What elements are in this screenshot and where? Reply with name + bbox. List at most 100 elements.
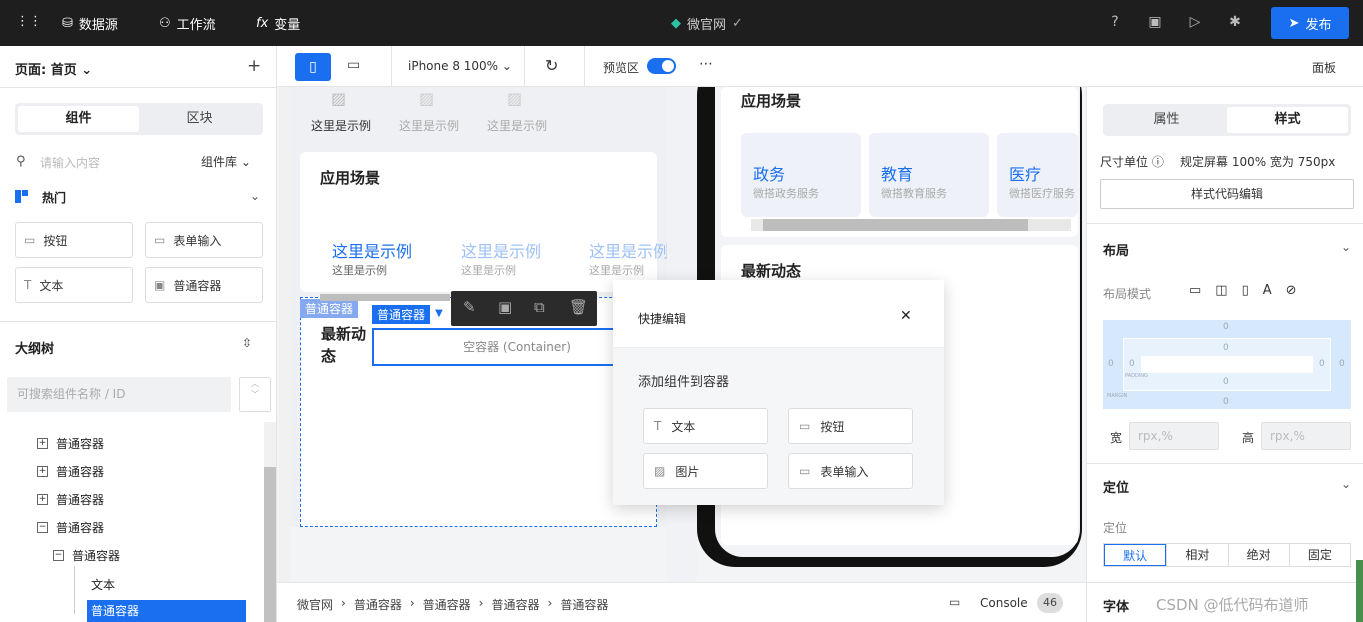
tab-properties[interactable]: 属性 — [1106, 107, 1227, 133]
chevron-down-icon[interactable]: ⌄ — [1341, 477, 1351, 491]
mobile-view-icon[interactable]: ▯ — [295, 53, 331, 81]
style-code-edit-button[interactable]: 样式代码编辑 — [1100, 179, 1354, 209]
desktop-view-icon[interactable]: ▭ — [347, 57, 360, 73]
collapse-icon[interactable]: − — [53, 550, 64, 561]
component-search-input[interactable]: 请输入内容 — [40, 154, 100, 171]
phone-scrollbar[interactable] — [751, 219, 1071, 231]
preview-toggle[interactable] — [647, 58, 676, 74]
tree-item[interactable]: + 普通容器 — [37, 435, 104, 452]
help-icon[interactable]: ? — [1106, 14, 1124, 32]
watermark: CSDN @低代码布道师 — [1156, 596, 1309, 614]
scene-item-sub: 这里是示例 — [461, 264, 516, 277]
console-icon[interactable]: ▭ — [949, 595, 960, 609]
breadcrumb-item[interactable]: 普通容器 — [560, 596, 608, 613]
add-page-icon[interactable]: + — [247, 56, 261, 76]
width-input[interactable]: rpx,% — [1129, 422, 1219, 450]
image-icon: ▨ — [419, 89, 435, 108]
height-input[interactable]: rpx,% — [1261, 422, 1351, 450]
collapse-toggle-icon[interactable]: ⇳ — [242, 336, 252, 350]
position-section-title[interactable]: 定位 — [1103, 477, 1129, 496]
breadcrumb-item[interactable]: 普通容器 — [354, 596, 402, 613]
tab-style[interactable]: 样式 — [1227, 107, 1348, 133]
expand-icon[interactable]: + — [37, 466, 48, 477]
page-selector[interactable]: 页面: 首页 ⌄ — [15, 59, 92, 78]
tree-item[interactable]: + 普通容器 — [37, 463, 104, 480]
outline-stepper[interactable]: ︿ ﹀ — [239, 377, 271, 412]
app-title: ◆ 微官网 ✓ — [671, 16, 743, 33]
popup-subtitle: 添加组件到容器 — [638, 375, 730, 390]
save-icon[interactable]: ▣ — [1146, 14, 1164, 32]
library-dropdown[interactable]: 组件库 ⌄ — [201, 153, 251, 170]
preview-label: 预览区 — [603, 61, 640, 75]
horizontal-scrollbar[interactable] — [320, 294, 450, 301]
breadcrumb-item[interactable]: 微官网 — [297, 596, 333, 613]
save-icon[interactable]: ▣ — [498, 298, 512, 316]
canvas-toolbar: ▯ ▭ iPhone 8 100% ⌄ ↻ 预览区 ⋯ — [277, 46, 1086, 87]
tree-item-selected[interactable]: 普通容器 — [87, 600, 246, 622]
component-text[interactable]: T 文本 — [15, 267, 133, 303]
container-icon: ▣ — [154, 278, 166, 292]
selected-container[interactable]: 最新动态 空容器 (Container) — [300, 297, 662, 527]
device-select[interactable]: iPhone 8 100% ⌄ — [408, 59, 512, 73]
panel-button[interactable]: 面板 — [1312, 59, 1336, 76]
tree-item[interactable]: − 普通容器 — [53, 547, 120, 564]
collapse-icon[interactable]: − — [37, 522, 48, 533]
scene-tile[interactable]: 政务 微搭政务服务 — [741, 133, 861, 217]
position-relative[interactable]: 相对 — [1166, 544, 1227, 566]
component-form-input[interactable]: ▭ 表单输入 — [145, 222, 263, 258]
height-label: 高 — [1242, 431, 1255, 445]
canvas-scroll-track — [279, 87, 290, 582]
container-tag[interactable]: 普通容器 — [300, 299, 359, 318]
breadcrumb-item[interactable]: 普通容器 — [423, 596, 471, 613]
add-text-button[interactable]: T 文本 — [643, 408, 768, 444]
position-default[interactable]: 默认 — [1104, 544, 1167, 566]
debug-icon[interactable]: ✱ — [1226, 14, 1244, 32]
add-button-button[interactable]: ▭ 按钮 — [788, 408, 913, 444]
refresh-icon[interactable]: ↻ — [545, 56, 558, 75]
right-top: 面板 — [1086, 46, 1363, 87]
component-container[interactable]: ▣ 普通容器 — [145, 267, 263, 303]
tree-item[interactable]: 文本 — [91, 576, 115, 593]
position-fixed[interactable]: 固定 — [1288, 544, 1350, 566]
scrollbar[interactable] — [264, 422, 276, 622]
scene-tile[interactable]: 教育 微搭教育服务 — [869, 133, 989, 217]
workflow-button[interactable]: ⚇ 工作流 — [159, 14, 216, 33]
layout-mode-icons[interactable]: ▭◫▯A⊘ — [1189, 283, 1311, 298]
component-tabs: 组件 区块 — [15, 103, 263, 135]
font-section-title[interactable]: 字体 — [1103, 596, 1129, 615]
box-model-editor[interactable]: 0 0 0 0 0 0 0 0 PADDING MARGIN — [1103, 320, 1351, 409]
fx-icon: fx — [256, 16, 269, 31]
tab-components[interactable]: 组件 — [18, 106, 139, 132]
add-form-input-button[interactable]: ▭ 表单输入 — [788, 453, 913, 489]
play-icon[interactable]: ▷ — [1186, 14, 1204, 32]
position-absolute[interactable]: 绝对 — [1227, 544, 1289, 566]
console-button[interactable]: Console — [980, 596, 1028, 610]
tab-blocks[interactable]: 区块 — [139, 106, 260, 132]
close-icon[interactable]: ✕ — [900, 308, 912, 324]
breadcrumb-item[interactable]: 普通容器 — [491, 596, 539, 613]
image-icon: ▨ — [507, 89, 523, 108]
outline-search-input[interactable]: 可搜索组件名称 / ID — [7, 377, 231, 412]
publish-button[interactable]: ➤ 发布 — [1271, 7, 1349, 39]
edit-icon[interactable]: ✎ — [463, 298, 476, 316]
grid-menu-icon[interactable]: ⋮⋮ — [16, 14, 42, 29]
add-image-button[interactable]: ▨ 图片 — [643, 453, 768, 489]
tree-item[interactable]: − 普通容器 — [37, 519, 104, 536]
database-icon: ⛁ — [62, 16, 73, 31]
scene-tile[interactable]: 医疗 微搭医疗服务 — [997, 133, 1078, 217]
layout-section-title[interactable]: 布局 — [1103, 240, 1129, 259]
chevron-down-icon[interactable]: ⌄ — [1341, 240, 1351, 254]
tag-dropdown-icon[interactable]: ▼ — [430, 305, 448, 323]
chevron-down-icon[interactable]: ⌄ — [250, 189, 260, 203]
delete-icon[interactable]: 🗑 — [569, 298, 588, 316]
expand-icon[interactable]: + — [37, 494, 48, 505]
variable-button[interactable]: fx 变量 — [256, 14, 300, 33]
hot-section-title[interactable]: 热门 — [42, 189, 66, 206]
component-button[interactable]: ▭ 按钮 — [15, 222, 133, 258]
expand-icon[interactable]: + — [37, 438, 48, 449]
copy-icon[interactable]: ⧉ — [534, 298, 545, 316]
datasource-button[interactable]: ⛁ 数据源 — [62, 14, 118, 33]
more-icon[interactable]: ⋯ — [699, 56, 713, 72]
inner-container-tag[interactable]: 普通容器 — [372, 305, 431, 324]
tree-item[interactable]: + 普通容器 — [37, 491, 104, 508]
